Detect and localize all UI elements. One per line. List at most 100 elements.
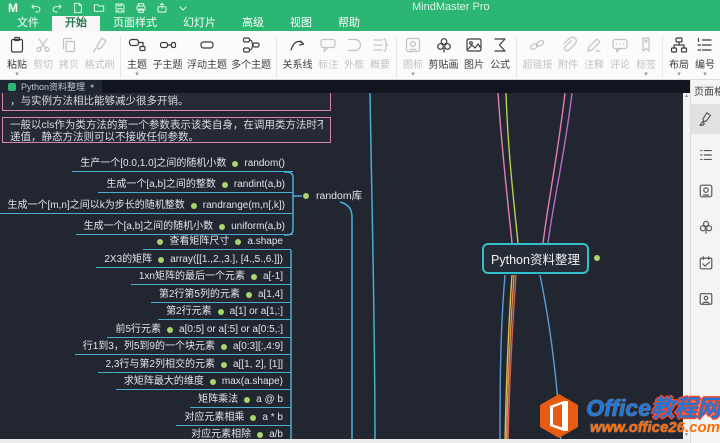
- note-box-cls-param[interactable]: 一般以cls作为类方法的第一个参数表示该类自身，在调用类方法时不需要为 递值，静…: [2, 117, 331, 143]
- print-button[interactable]: [133, 2, 148, 15]
- redo-button[interactable]: [49, 2, 64, 15]
- branch-row[interactable]: 生成一个[a,b]之间的整数 randint(a,b): [98, 177, 293, 193]
- horizontal-scrollbar[interactable]: [0, 439, 690, 443]
- open-file-button[interactable]: [91, 2, 106, 15]
- watermark-url: www.office26.com: [589, 419, 720, 436]
- attachment-button: 附件: [555, 34, 581, 71]
- menu-tab-幻灯片[interactable]: 幻灯片: [170, 16, 229, 31]
- vertical-scrollbar[interactable]: ▲ ▼: [683, 93, 690, 439]
- menu-tab-页面样式[interactable]: 页面样式: [100, 16, 170, 31]
- toolbar-separator: [662, 36, 663, 77]
- menu-tab-视图[interactable]: 视图: [277, 16, 325, 31]
- note-icon: [585, 35, 603, 55]
- menu-tab-文件[interactable]: 文件: [4, 16, 52, 31]
- app-logo-icon: M: [8, 1, 18, 15]
- share-button[interactable]: [154, 2, 169, 15]
- branch-row[interactable]: 求矩阵最大的维度 max(a.shape): [115, 374, 291, 390]
- topic-random-lib[interactable]: random库: [303, 188, 362, 203]
- format-paint-tool-button[interactable]: [691, 104, 720, 134]
- branch-row[interactable]: 2,3行与第2列相交的元素 a[[1, 2], [1]]: [97, 357, 291, 373]
- attachment-icon: [559, 35, 577, 55]
- bullet-icon: [209, 379, 216, 385]
- branch-row[interactable]: 第2行第5列的元素 a[1,4]: [150, 287, 291, 303]
- print-icon: [136, 3, 145, 13]
- redo-icon: [52, 4, 62, 13]
- dropdown-caret-icon[interactable]: ▾: [411, 71, 415, 78]
- new-document-button[interactable]: [70, 2, 85, 15]
- numbering-button[interactable]: 编号 ▾: [692, 34, 718, 78]
- branch-row[interactable]: 生成一个[m,n]之间以k为步长的随机整数 randrange(m,n[,k]): [0, 198, 293, 214]
- tag-button: 标签 ▾: [633, 34, 659, 78]
- menu-tab-帮助[interactable]: 帮助: [325, 16, 373, 31]
- paste-icon: [8, 35, 26, 55]
- branch-row[interactable]: 2X3的矩阵 array([[1.,2.,3.], [4.,5.,6.]]): [96, 252, 291, 268]
- subtopic-icon: [159, 35, 177, 55]
- bullet-icon: [220, 362, 227, 368]
- boundary-button: 外框: [341, 34, 367, 71]
- floating-topic-button[interactable]: 浮动主题: [185, 34, 229, 71]
- multiple-topics-button[interactable]: 多个主题: [229, 34, 273, 71]
- branch-row[interactable]: 1xn矩阵的最后一个元素 a[-1]: [130, 269, 291, 285]
- copy-icon: [60, 35, 78, 55]
- clipart-tool-button[interactable]: [691, 212, 720, 242]
- save-button[interactable]: [112, 2, 127, 15]
- dropdown-caret-icon[interactable]: ▾: [644, 71, 648, 78]
- right-sidebar: 页面格式: [690, 80, 720, 443]
- dropdown-caret-icon[interactable]: ▾: [15, 71, 19, 78]
- layout-button[interactable]: 布局 ▾: [666, 34, 692, 78]
- branch-row[interactable]: 行1到3，列5到9的一个块元素 a[0:3][:,4:9]: [74, 339, 291, 355]
- mindmap-canvas[interactable]: 可以不需要实例化，直接通过类名来调用，节省开销 ，与实例方法相比能够减少很多开销…: [0, 93, 683, 443]
- dropdown-caret-icon[interactable]: ▾: [677, 71, 681, 78]
- branch-row[interactable]: 生成一个[a,b]之间的随机小数 uniform(a,b): [75, 219, 293, 235]
- document-tab[interactable]: Python资料整理 ●: [0, 80, 103, 93]
- numbering-icon: [696, 35, 714, 55]
- note-box-class-method[interactable]: 可以不需要实例化，直接通过类名来调用，节省开销 ，与实例方法相比能够减少很多开销…: [2, 93, 331, 111]
- summary-icon: [371, 35, 389, 55]
- subtopic-button[interactable]: 子主题: [150, 34, 185, 71]
- topic-icon: [128, 35, 146, 55]
- ribbon-menu: 文件 开始 页面样式 幻灯片 高级 视图 帮助: [0, 16, 720, 31]
- central-topic[interactable]: Python资料整理: [482, 243, 589, 274]
- menu-tab-高级[interactable]: 高级: [229, 16, 277, 31]
- bullet-icon: [232, 161, 239, 167]
- toolbar-separator: [516, 36, 517, 77]
- outline-list-tool-button[interactable]: [691, 140, 720, 170]
- branch-row[interactable]: 查看矩阵尺寸 a.shape: [143, 234, 291, 250]
- icon-marker-tool-button[interactable]: [691, 176, 720, 206]
- picture-button[interactable]: 图片: [461, 34, 487, 71]
- multiple-topics-icon: [242, 35, 260, 55]
- format-paint-icon: [699, 112, 712, 126]
- branch-row[interactable]: 生产一个[0.0,1.0]之间的随机小数 random(): [72, 156, 293, 172]
- branch-row[interactable]: 对应元素相乘 a * b: [176, 410, 291, 426]
- undo-button[interactable]: [28, 2, 43, 15]
- profile-card-tool-button[interactable]: [691, 284, 720, 314]
- customize-toolbar-button[interactable]: [175, 2, 190, 15]
- branch-row[interactable]: 矩阵乘法 a @ b: [190, 392, 291, 408]
- dropdown-caret-icon[interactable]: ▾: [703, 71, 707, 78]
- branch-row[interactable]: 第2行元素 a[1] or a[1,:]: [158, 304, 291, 320]
- clipart-icon: [699, 220, 713, 234]
- clipart-icon: [435, 35, 453, 55]
- save-icon: [115, 3, 124, 13]
- toolbar-separator: [120, 36, 121, 77]
- panel-header: 页面格式: [694, 87, 720, 98]
- summary-button: 概要: [367, 34, 393, 71]
- floating-topic-icon: [198, 35, 216, 55]
- formula-icon: [491, 35, 509, 55]
- icon-marker-icon: [404, 35, 422, 55]
- dropdown-caret-icon[interactable]: ▾: [135, 71, 139, 78]
- clipart-button[interactable]: 剪贴画: [426, 34, 461, 71]
- relationship-button[interactable]: 关系线: [280, 34, 315, 71]
- icon-marker-button: 图标 ▾: [400, 34, 426, 78]
- collapse-dot-icon[interactable]: [303, 192, 309, 199]
- formula-button[interactable]: 公式: [487, 34, 513, 71]
- scroll-up-icon[interactable]: ▲: [684, 93, 689, 100]
- menu-tab-开始[interactable]: 开始: [52, 16, 100, 31]
- task-calendar-tool-button[interactable]: [691, 248, 720, 278]
- bullet-icon: [257, 432, 264, 438]
- topic-button[interactable]: 主题 ▾: [124, 34, 150, 78]
- paste-button[interactable]: 粘贴 ▾: [4, 34, 30, 78]
- central-topic-collapse-dot-icon[interactable]: [594, 255, 600, 261]
- branch-row[interactable]: 前5行元素 a[0:5] or a[:5] or a[0:5,:]: [107, 322, 291, 338]
- open-file-icon: [93, 4, 104, 12]
